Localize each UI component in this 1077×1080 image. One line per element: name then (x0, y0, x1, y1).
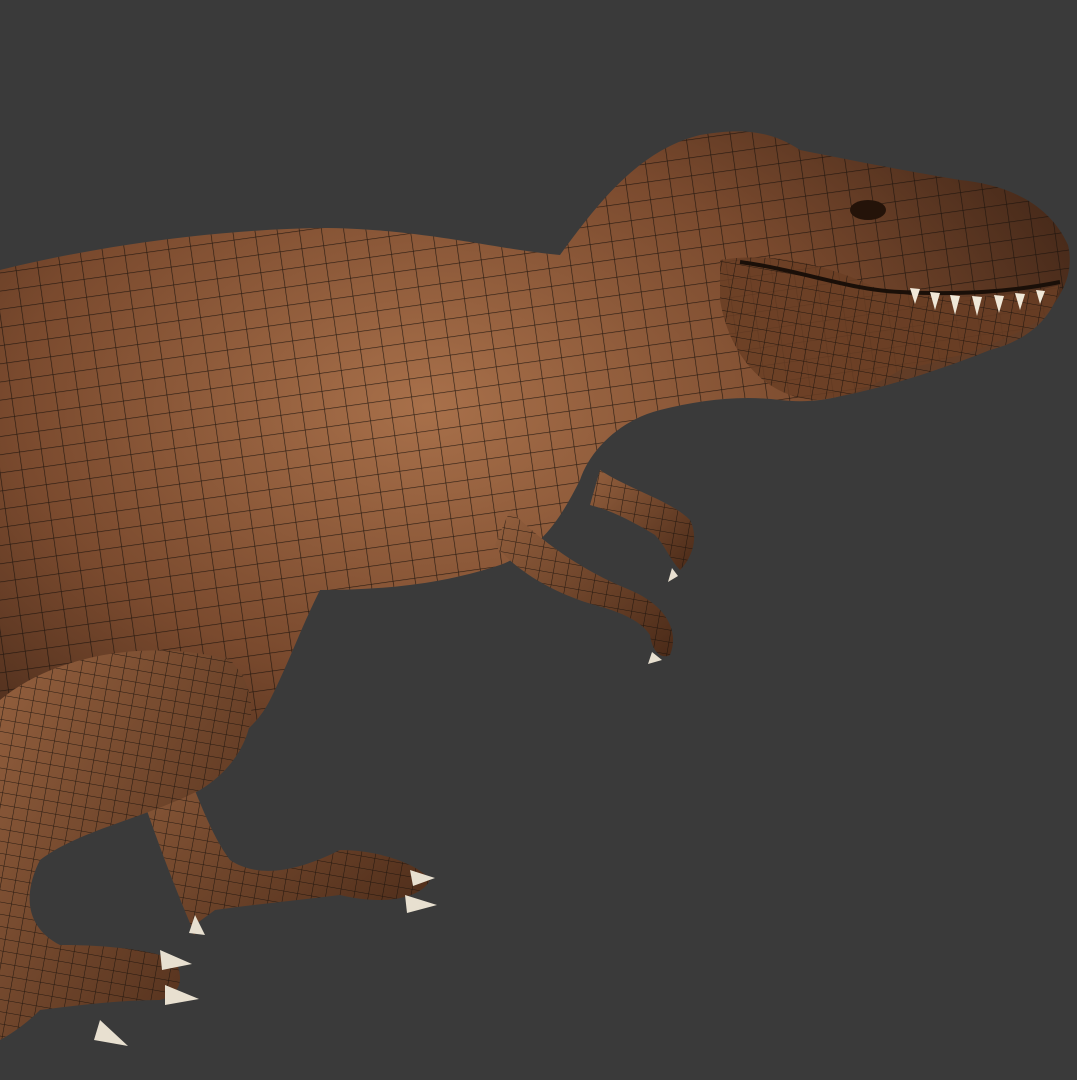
3d-viewport[interactable] (0, 0, 1077, 1080)
eye-icon (850, 200, 886, 220)
dinosaur-model (0, 131, 1070, 1046)
claw (668, 568, 678, 582)
